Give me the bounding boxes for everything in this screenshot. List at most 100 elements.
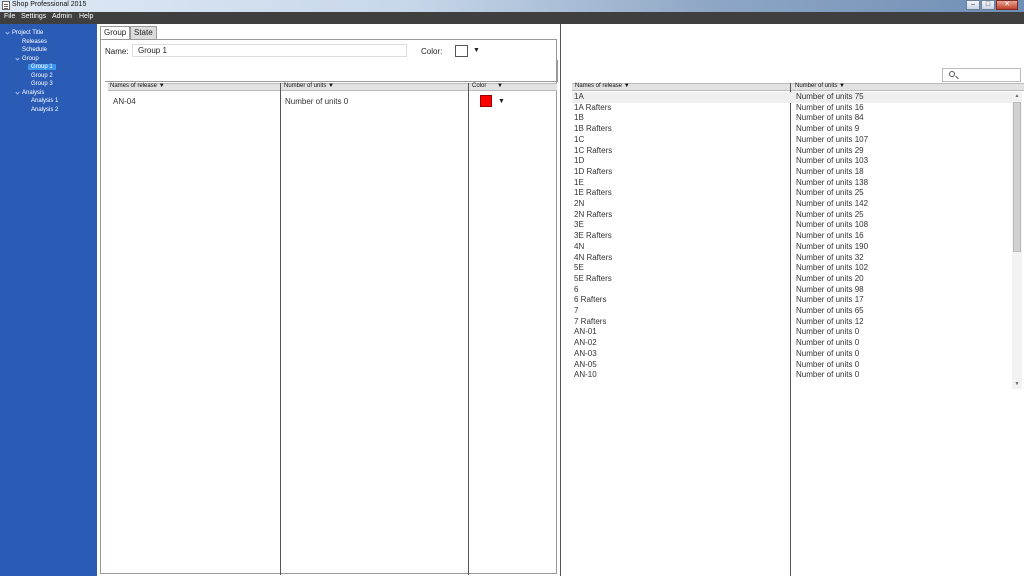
release-units: Number of units 29 [796,145,864,155]
tree-item-analysis-2[interactable]: Analysis 2 [31,107,58,113]
row-color-swatch[interactable] [480,95,492,107]
column-header-units[interactable]: Number of units ▼ [284,83,334,89]
tab-state[interactable]: State [130,26,157,40]
group-name-input[interactable]: Group 1 [132,44,407,57]
list-item[interactable]: 7 Rafters Number of units 12 [572,317,1014,328]
group-row-units[interactable]: Number of units 0 [285,97,348,106]
release-name: 1C [574,134,585,144]
list-item[interactable]: 1B Rafters Number of units 9 [572,124,1014,135]
list-item[interactable]: 1A Rafters Number of units 16 [572,103,1014,114]
release-name: 5E Rafters [574,273,612,283]
release-units: Number of units 103 [796,156,869,166]
tree-item-group[interactable]: Group [15,56,39,62]
project-tree: Project Title Releases Schedule Group Gr… [0,24,97,576]
window-controls: – □ ✕ [965,0,1018,11]
list-item[interactable]: 1D Number of units 103 [572,156,1014,167]
chevron-down-icon[interactable]: ▼ [497,83,503,89]
list-item[interactable]: 5E Rafters Number of units 20 [572,274,1014,285]
release-name: AN-05 [574,359,597,369]
column-header-names[interactable]: Names of release ▼ [110,83,165,89]
tree-item-group-3[interactable]: Group 3 [31,81,53,87]
chevron-down-icon[interactable]: ▼ [473,47,480,54]
maximize-icon[interactable]: □ [981,0,995,10]
list-item[interactable]: 1B Number of units 84 [572,113,1014,124]
expand-icon[interactable] [5,30,10,35]
release-units: Number of units 32 [796,252,864,262]
list-item[interactable]: AN-10 Number of units 0 [572,370,1014,381]
group-row-name[interactable]: AN-04 [113,97,136,106]
color-label: Color: [421,47,443,56]
search-input[interactable] [942,68,1021,82]
tree-item-analysis-1[interactable]: Analysis 1 [31,98,58,104]
release-name: 2N [574,199,585,208]
release-units: Number of units 12 [796,316,864,326]
list-item[interactable]: 1D Rafters Number of units 18 [572,167,1014,178]
release-units: Number of units 102 [796,263,869,273]
scrollbar[interactable]: ▲ ▼ [1012,92,1022,389]
release-units: Number of units 75 [796,92,864,101]
list-item[interactable]: 7 Number of units 65 [572,306,1014,317]
tree-item-group-2[interactable]: Group 2 [31,73,53,79]
release-units: Number of units 107 [796,134,869,144]
release-name: 1E [574,177,584,187]
list-item[interactable]: 4N Rafters Number of units 32 [572,253,1014,264]
list-item[interactable]: 1E Rafters Number of units 25 [572,188,1014,199]
release-name: AN-10 [574,370,597,380]
release-units: Number of units 16 [796,231,864,241]
release-name: AN-01 [574,327,597,337]
release-units: Number of units 108 [796,220,869,230]
scroll-down-icon[interactable]: ▼ [1012,380,1022,389]
tree-item-group-1[interactable]: Group 1 [28,64,56,70]
chevron-down-icon[interactable]: ▼ [498,98,505,105]
list-item[interactable]: 1C Number of units 107 [572,135,1014,146]
list-item[interactable]: AN-05 Number of units 0 [572,360,1014,371]
group-tab-body: Name: Group 1 Color: ▼ Names of release … [100,39,558,575]
tree-item-analysis[interactable]: Analysis [15,90,44,96]
expand-icon[interactable] [15,56,20,61]
menu-bar: File Settings Admin Help [0,12,1024,24]
release-list-panel: Names of release ▼ Number of units ▼ 1A N… [562,24,1024,576]
scroll-up-icon[interactable]: ▲ [1012,92,1022,101]
list-item[interactable]: 2N Rafters Number of units 25 [572,210,1014,221]
expand-icon[interactable] [15,90,20,95]
app-icon [2,1,10,10]
list-item[interactable]: 6 Rafters Number of units 17 [572,295,1014,306]
release-units: Number of units 0 [796,327,860,337]
column-divider [280,83,281,575]
tree-root[interactable]: Project Title [5,30,43,36]
release-name: 2N Rafters [574,209,613,219]
list-item[interactable]: 1C Rafters Number of units 29 [572,146,1014,157]
menu-help[interactable]: Help [79,13,93,20]
column-header-units[interactable]: Number of units ▼ [795,83,845,89]
scroll-thumb[interactable] [1013,102,1021,252]
tab-group[interactable]: Group [100,26,131,40]
release-units: Number of units 18 [796,166,864,176]
list-item[interactable]: 6 Number of units 98 [572,285,1014,296]
close-icon[interactable]: ✕ [996,0,1018,10]
tree-item-releases[interactable]: Releases [22,39,47,45]
list-item[interactable]: AN-03 Number of units 0 [572,349,1014,360]
list-item[interactable]: AN-02 Number of units 0 [572,338,1014,349]
minimize-icon[interactable]: – [966,0,980,10]
list-item[interactable]: 1A Number of units 75 [572,92,1014,103]
menu-admin[interactable]: Admin [52,13,72,20]
list-item[interactable]: AN-01 Number of units 0 [572,327,1014,338]
list-item[interactable]: 4N Number of units 190 [572,242,1014,253]
release-name: 1B Rafters [574,124,612,134]
tree-item-schedule[interactable]: Schedule [22,47,47,53]
release-units: Number of units 190 [796,241,869,251]
list-item[interactable]: 1E Number of units 138 [572,178,1014,189]
list-item[interactable]: 5E Number of units 102 [572,263,1014,274]
release-units: Number of units 0 [796,370,860,380]
list-item[interactable]: 2N Number of units 142 [572,199,1014,210]
list-item[interactable]: 3E Rafters Number of units 16 [572,231,1014,242]
release-units: Number of units 25 [796,209,864,219]
release-name: 1D [574,156,585,166]
menu-settings[interactable]: Settings [21,13,46,20]
release-name: 1A [574,92,584,101]
menu-file[interactable]: File [4,13,15,20]
column-header-names[interactable]: Names of release ▼ [575,83,630,89]
group-color-swatch[interactable] [455,45,468,57]
column-header-color[interactable]: Color [472,83,486,89]
list-item[interactable]: 3E Number of units 108 [572,220,1014,231]
